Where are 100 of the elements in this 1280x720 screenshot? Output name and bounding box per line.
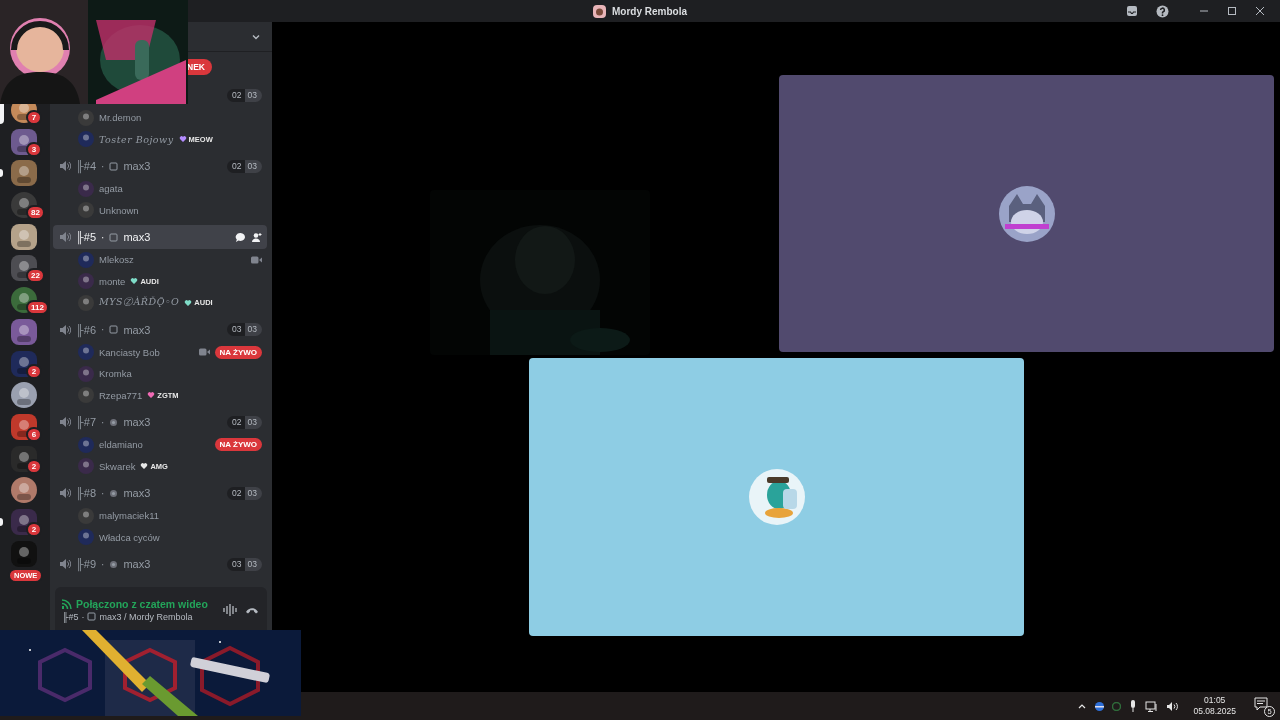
- user-avatar[interactable]: [78, 131, 94, 148]
- channel-name: max3: [123, 416, 151, 428]
- maximize-icon[interactable]: [1227, 6, 1237, 16]
- channel-number: ╟#7: [76, 416, 97, 428]
- volume-icon[interactable]: [1166, 700, 1180, 712]
- server-icon[interactable]: [11, 223, 37, 250]
- user-name[interactable]: Kanciasty Bob: [99, 346, 160, 358]
- window-title: Mordy Rembola: [612, 5, 687, 17]
- user-name[interactable]: Toster Bojowy: [99, 133, 174, 145]
- user-name[interactable]: MYSⓏÀŘĎǬ◦O: [99, 296, 180, 310]
- separator-dot: ·: [101, 487, 105, 499]
- server-icon[interactable]: [11, 477, 37, 504]
- close-icon[interactable]: [1255, 6, 1265, 16]
- user-avatar[interactable]: [78, 387, 94, 404]
- user-avatar[interactable]: [78, 507, 94, 524]
- user-name[interactable]: eldamiano: [99, 439, 143, 451]
- unread-badge: 82: [26, 205, 45, 221]
- user-count: 02: [227, 415, 245, 429]
- connection-status: Połączono z czatem wideo: [76, 597, 208, 610]
- user-count: 02: [227, 486, 245, 500]
- channel-name: max3: [123, 160, 151, 172]
- microphone-icon[interactable]: [1129, 700, 1138, 712]
- channel-path[interactable]: max3 / Mordy Rembola: [99, 611, 193, 622]
- user-name[interactable]: agata: [99, 183, 123, 195]
- user-count: 02: [227, 159, 245, 173]
- live-badge: NA ŻYWO: [214, 438, 262, 452]
- user-name[interactable]: Skwarek: [99, 460, 136, 472]
- user-avatar[interactable]: [78, 251, 94, 268]
- channel-number: ╟#8: [76, 487, 97, 499]
- unread-badge: 22: [26, 268, 45, 284]
- channel-number: ╟#5: [62, 611, 79, 622]
- user-avatar[interactable]: [78, 436, 94, 453]
- video-tile[interactable]: [779, 75, 1274, 352]
- user-avatar[interactable]: [78, 529, 94, 546]
- separator-dot: ·: [81, 611, 85, 622]
- separator-dot: ·: [101, 160, 105, 172]
- separator-dot: ·: [101, 558, 105, 570]
- live-badge: NA ŻYWO: [214, 345, 262, 359]
- user-name[interactable]: Unknown: [99, 204, 139, 216]
- speaker-icon: [59, 558, 71, 570]
- user-name[interactable]: Rzepa771: [99, 389, 143, 401]
- user-name[interactable]: malymaciek11: [99, 510, 159, 522]
- channel-number: ╟#9: [76, 558, 97, 570]
- server-icon[interactable]: [11, 160, 37, 187]
- speaker-icon: [59, 323, 71, 336]
- server-icon[interactable]: [11, 508, 37, 535]
- speaker-icon: [59, 487, 71, 499]
- channel-number: ╟#4: [76, 160, 97, 172]
- user-count: 02: [227, 88, 245, 102]
- voice-channel[interactable]: ╟#6 · max3 03 03: [53, 317, 267, 342]
- user-avatar[interactable]: [78, 458, 94, 475]
- user-avatar[interactable]: [78, 365, 94, 382]
- separator-dot: ·: [101, 231, 105, 243]
- chat-icon[interactable]: [235, 231, 246, 243]
- network-icon[interactable]: [1145, 700, 1159, 712]
- user-avatar[interactable]: [78, 344, 94, 361]
- separator-dot: ·: [101, 416, 105, 428]
- channel-name: max3: [123, 487, 151, 499]
- add-user-icon[interactable]: [251, 231, 262, 243]
- clock-time[interactable]: 01:05: [1204, 695, 1226, 706]
- user-name[interactable]: Władca cyców: [99, 531, 160, 543]
- video-tile[interactable]: [529, 358, 1024, 636]
- voice-channel[interactable]: ╟#7 · max3 02 03: [53, 410, 267, 434]
- speaker-icon: [59, 231, 71, 243]
- waveform-icon[interactable]: [223, 603, 237, 616]
- user-name[interactable]: Mr.demon: [99, 112, 142, 124]
- server-icon[interactable]: [11, 413, 37, 440]
- speaker-icon: [59, 416, 71, 428]
- unread-badge: 112: [26, 300, 49, 316]
- voice-channel[interactable]: ╟#4 · max3 02 03: [53, 154, 267, 178]
- voice-channel[interactable]: ╟#8 · max3 02 03: [53, 481, 267, 505]
- voice-channel[interactable]: ╟#5 · max3: [53, 225, 267, 249]
- server-icon[interactable]: [11, 128, 37, 155]
- channel-name: max3: [123, 323, 151, 336]
- inbox-icon[interactable]: [1126, 5, 1138, 17]
- user-avatar[interactable]: [78, 109, 94, 126]
- server-icon[interactable]: [11, 350, 37, 377]
- server-icon[interactable]: [11, 382, 37, 409]
- tray-app-icon[interactable]: [1095, 701, 1105, 711]
- user-count: 03: [227, 557, 245, 571]
- help-icon[interactable]: [1156, 4, 1169, 18]
- user-avatar[interactable]: [78, 294, 94, 311]
- channel-name: max3: [123, 231, 151, 243]
- channel-number: ╟#6: [76, 323, 97, 336]
- unread-badge: 7: [26, 110, 42, 125]
- voice-channel[interactable]: ╟#9 · max3 03 03: [53, 552, 267, 576]
- user-avatar[interactable]: [78, 180, 94, 197]
- user-avatar[interactable]: [78, 273, 94, 290]
- notification-icon[interactable]: [1254, 697, 1268, 711]
- user-name[interactable]: Mlekosz: [99, 254, 134, 266]
- user-avatar[interactable]: [78, 202, 94, 219]
- user-name[interactable]: Kromka: [99, 368, 132, 380]
- server-icon: [593, 4, 606, 18]
- clock-date[interactable]: 05.08.2025: [1193, 706, 1236, 717]
- hang-up-icon[interactable]: [245, 605, 259, 614]
- server-icon[interactable]: [11, 318, 37, 345]
- speaker-icon: [59, 160, 71, 172]
- channel-name: max3: [123, 558, 151, 570]
- user-name[interactable]: monte: [99, 275, 126, 287]
- channel-number: ╟#5: [76, 231, 97, 243]
